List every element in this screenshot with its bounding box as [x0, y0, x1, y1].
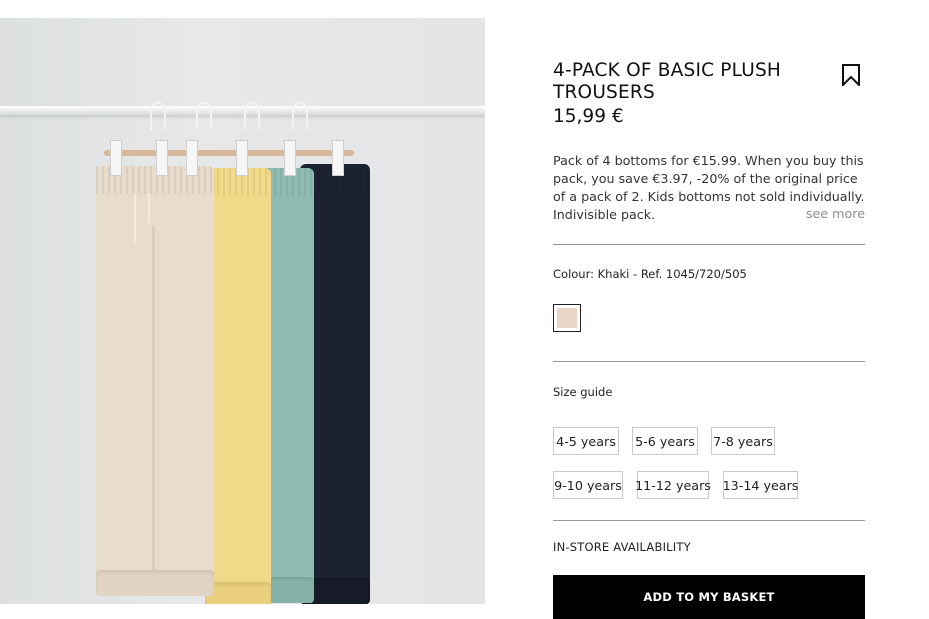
colour-swatch-khaki[interactable]: [553, 304, 581, 332]
size-option-11-12[interactable]: 11-12 years: [635, 471, 711, 499]
hanger-hook: [244, 102, 260, 130]
drawstring: [134, 193, 136, 243]
size-option-4-5[interactable]: 4-5 years: [553, 427, 619, 455]
bookmark-icon[interactable]: [841, 64, 861, 88]
product-price: 15,99 €: [553, 106, 624, 127]
colour-reference: Colour: Khaki - Ref. 1045/720/505: [553, 267, 747, 281]
clothes-rail: [0, 106, 485, 115]
hanger-hook: [150, 102, 166, 130]
divider: [553, 361, 865, 362]
hanger-bar: [292, 150, 354, 156]
hanger-clip: [110, 140, 122, 176]
in-store-availability-link[interactable]: IN-STORE AVAILABILITY: [553, 540, 691, 554]
hanger-clip: [236, 140, 248, 176]
add-to-basket-button[interactable]: ADD TO MY BASKET: [553, 575, 865, 619]
see-more-link[interactable]: see more: [806, 206, 865, 221]
swatch-color: [557, 308, 577, 328]
divider: [553, 244, 865, 245]
hanger-clip: [156, 140, 168, 176]
size-option-13-14[interactable]: 13-14 years: [723, 471, 798, 499]
hanger-hook: [196, 102, 212, 130]
trouser-yellow: [205, 168, 271, 604]
drawstring: [148, 193, 150, 223]
hanger-clip: [332, 140, 344, 176]
hanger-clip: [186, 140, 198, 176]
product-image[interactable]: [0, 18, 485, 604]
divider: [553, 520, 865, 521]
size-option-5-6[interactable]: 5-6 years: [632, 427, 698, 455]
size-option-7-8[interactable]: 7-8 years: [711, 427, 775, 455]
hanger-clip: [284, 140, 296, 176]
size-option-9-10[interactable]: 9-10 years: [553, 471, 623, 499]
product-title: 4-PACK OF BASIC PLUSH TROUSERS: [553, 60, 782, 103]
product-info-panel: 4-PACK OF BASIC PLUSH TROUSERS 15,99 € P…: [553, 0, 865, 619]
trouser-cream: [96, 166, 214, 596]
size-guide-link[interactable]: Size guide: [553, 385, 612, 399]
hanger-hook: [292, 102, 308, 130]
